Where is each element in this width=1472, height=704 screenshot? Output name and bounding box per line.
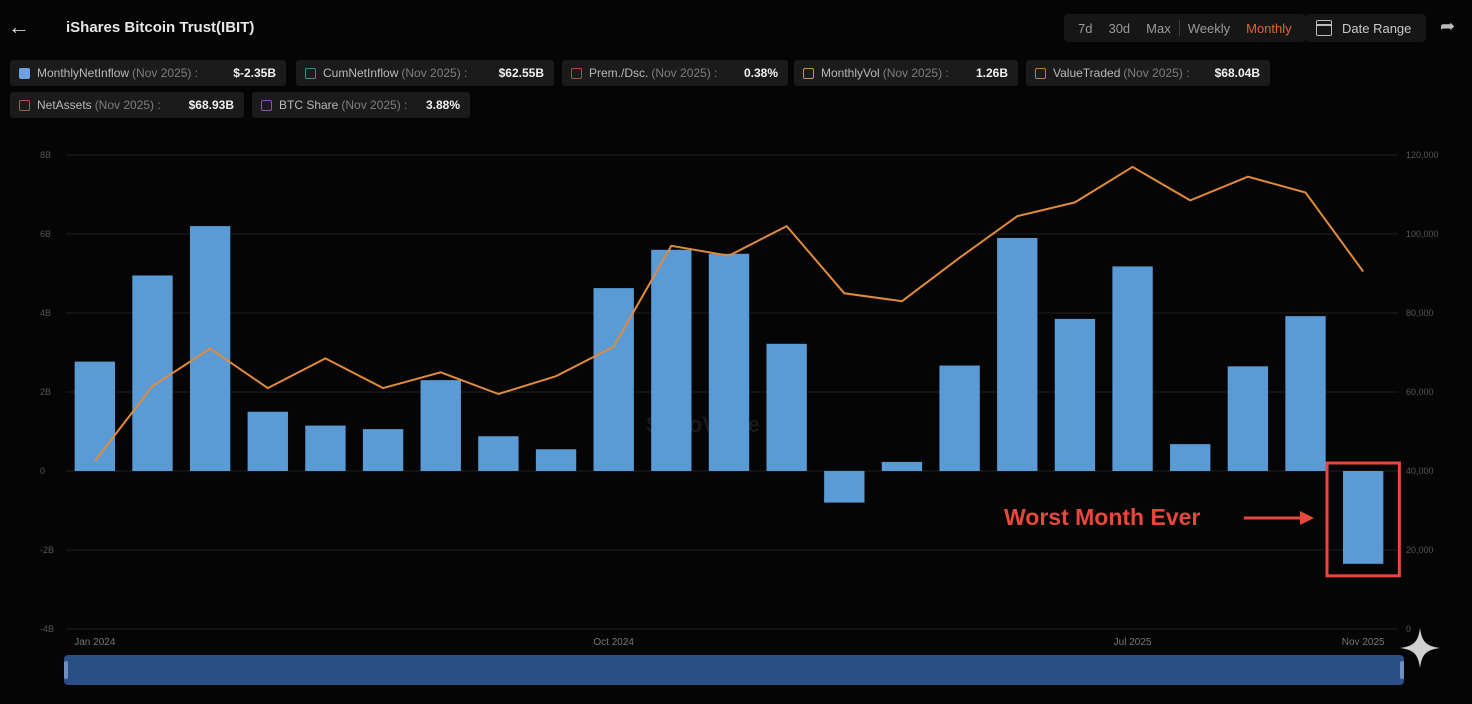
left-axis-tick-label: 6B [40, 229, 51, 239]
chart: 8B 6B 4B 2B 0 -2B -4B 120,000 100,000 80,000 60,00… [40, 150, 1439, 648]
annotation-arrowhead [1300, 511, 1314, 525]
x-axis-tick-label: Jul 2025 [1114, 637, 1152, 648]
bar [478, 436, 519, 471]
bar [1112, 266, 1153, 471]
right-axis-tick-label: 60,000 [1406, 387, 1434, 397]
bar [362, 429, 404, 471]
bar [824, 471, 865, 503]
bar [881, 461, 923, 471]
bar [1170, 444, 1211, 471]
time-navigator[interactable] [64, 655, 1404, 685]
bar [420, 380, 461, 471]
annotation-label: Worst Month Ever [1004, 504, 1200, 530]
right-axis-tick-label: 80,000 [1406, 308, 1434, 318]
right-axis-tick-label: 20,000 [1406, 545, 1434, 555]
right-axis-tick-label: 40,000 [1406, 466, 1434, 476]
sparkle-icon [1400, 628, 1440, 668]
x-axis-tick-label: Jan 2024 [74, 637, 116, 648]
x-axis-tick-label: Oct 2024 [593, 637, 634, 648]
bar [651, 249, 692, 471]
left-axis-tick-label: 2B [40, 387, 51, 397]
left-axis-tick-label: 0 [40, 466, 45, 476]
bar [1054, 318, 1096, 471]
bar [708, 253, 750, 471]
bar [1342, 471, 1384, 564]
left-axis-tick-label: 4B [40, 308, 51, 318]
navigator-left-handle[interactable] [64, 661, 68, 679]
bar [593, 288, 634, 471]
right-axis-tick-label: 100,000 [1406, 229, 1439, 239]
bar [74, 361, 116, 471]
bar [997, 237, 1038, 471]
bar [766, 343, 807, 471]
bar [535, 449, 577, 471]
bar [939, 365, 980, 471]
left-axis-tick-label: -4B [40, 624, 54, 634]
left-axis-tick-label: -2B [40, 545, 54, 555]
x-axis-tick-label: Nov 2025 [1342, 637, 1385, 648]
bar [247, 411, 288, 471]
bar [1227, 366, 1269, 471]
left-axis-tick-label: 8B [40, 150, 51, 160]
bar [132, 275, 173, 471]
bar [305, 425, 346, 471]
right-axis-tick-label: 120,000 [1406, 150, 1439, 160]
bar [1285, 316, 1326, 471]
